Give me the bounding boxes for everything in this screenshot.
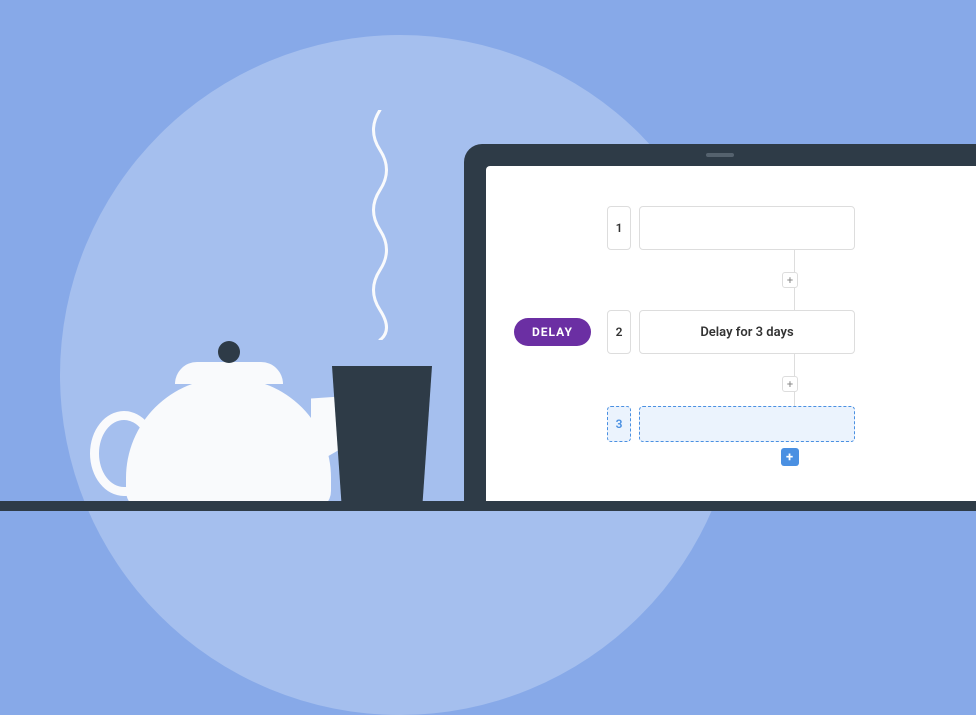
add-step-button[interactable]: + xyxy=(782,376,798,392)
add-step-button[interactable]: + xyxy=(782,272,798,288)
workflow-canvas: 1 + DELAY 2 Delay for 3 days + 3 + xyxy=(486,206,976,466)
steam-illustration xyxy=(365,110,395,340)
laptop-screen: 1 + DELAY 2 Delay for 3 days + 3 + xyxy=(486,166,976,511)
laptop-frame: 1 + DELAY 2 Delay for 3 days + 3 + xyxy=(464,144,976,511)
connector-line xyxy=(794,354,795,376)
step-number: 3 xyxy=(607,406,631,442)
step-placeholder[interactable] xyxy=(639,406,855,442)
table-surface xyxy=(0,501,976,511)
connector-line xyxy=(794,288,795,310)
step-content[interactable] xyxy=(639,206,855,250)
laptop-camera-notch xyxy=(706,153,734,157)
connector-line xyxy=(794,392,795,406)
connector-line xyxy=(794,250,795,272)
add-step-primary-button[interactable]: + xyxy=(781,448,799,466)
workflow-step-2[interactable]: DELAY 2 Delay for 3 days xyxy=(607,310,855,354)
workflow-step-1[interactable]: 1 xyxy=(607,206,855,250)
step-content[interactable]: Delay for 3 days xyxy=(639,310,855,354)
step-number: 1 xyxy=(607,206,631,250)
cup-illustration xyxy=(332,366,432,511)
step-number: 2 xyxy=(607,310,631,354)
delay-badge: DELAY xyxy=(514,318,591,346)
workflow-step-3-placeholder[interactable]: 3 xyxy=(607,406,855,442)
